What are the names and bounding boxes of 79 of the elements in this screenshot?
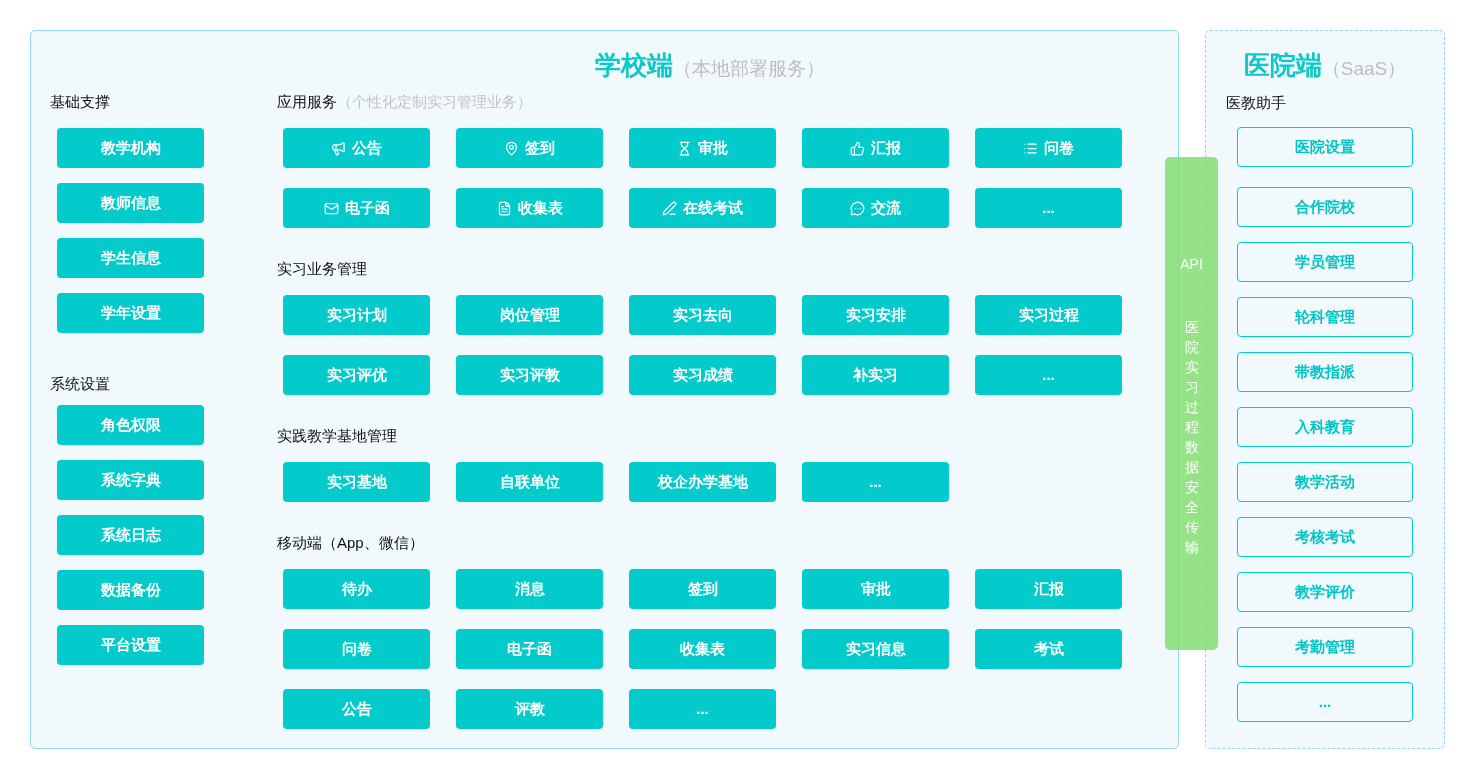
section-title: 移动端（App、微信）	[277, 532, 424, 553]
panel-title: 医院端	[1243, 49, 1322, 82]
chat-bubble-icon	[850, 200, 865, 216]
feature-button[interactable]: 轮科管理	[1237, 297, 1413, 337]
section-title: 应用服务	[277, 91, 337, 112]
feature-button[interactable]: 实习基地	[283, 462, 430, 502]
feature-button[interactable]: 实习过程	[975, 295, 1122, 335]
feature-button[interactable]: ...	[975, 355, 1122, 395]
api-label: API	[1180, 255, 1203, 274]
section-title: 实习业务管理	[277, 258, 367, 279]
section-title: 基础支撑	[50, 92, 111, 112]
feature-button[interactable]: 评教	[456, 689, 603, 729]
feature-button[interactable]: ...	[629, 689, 776, 729]
section-title: 医教助手	[1226, 93, 1287, 113]
feature-button[interactable]: 补实习	[802, 355, 949, 395]
feature-button[interactable]: 医院设置	[1237, 127, 1413, 167]
thumbs-up-icon	[850, 140, 865, 156]
feature-button[interactable]: 考试	[975, 629, 1122, 669]
pen-icon	[662, 200, 677, 216]
feature-button[interactable]: 实习去向	[629, 295, 776, 335]
feature-button[interactable]: 消息	[456, 569, 603, 609]
feature-button[interactable]: 实习评优	[283, 355, 430, 395]
feature-button[interactable]: 教学活动	[1237, 462, 1413, 502]
feature-button[interactable]: 电子函	[456, 629, 603, 669]
feature-button[interactable]: 待办	[283, 569, 430, 609]
feature-button[interactable]: 签到	[456, 128, 603, 168]
feature-button[interactable]: 考勤管理	[1237, 627, 1413, 667]
feature-button[interactable]: 审批	[629, 128, 776, 168]
feature-button[interactable]: 带教指派	[1237, 352, 1413, 392]
feature-button[interactable]: 问卷	[283, 629, 430, 669]
feature-button[interactable]: 在线考试	[629, 188, 776, 228]
document-icon	[496, 200, 512, 216]
feature-button[interactable]: 数据备份	[57, 570, 204, 610]
feature-button[interactable]: ...	[802, 462, 949, 502]
feature-button[interactable]: 公告	[283, 128, 430, 168]
list-icon	[1023, 140, 1038, 156]
feature-button[interactable]: 收集表	[629, 629, 776, 669]
feature-button[interactable]: 学年设置	[57, 293, 204, 333]
feature-button[interactable]: 实习信息	[802, 629, 949, 669]
feature-button[interactable]: ...	[1237, 682, 1413, 722]
feature-button[interactable]: 角色权限	[57, 405, 204, 445]
feature-button[interactable]: 校企办学基地	[629, 462, 776, 502]
feature-button[interactable]: 平台设置	[57, 625, 204, 665]
feature-button[interactable]: 审批	[802, 569, 949, 609]
feature-button[interactable]: 学员管理	[1237, 242, 1413, 282]
feature-button[interactable]: 学生信息	[57, 238, 204, 278]
feature-button[interactable]: 公告	[283, 689, 430, 729]
feature-button[interactable]: 签到	[629, 569, 776, 609]
megaphone-icon	[331, 140, 346, 156]
feature-button[interactable]: 实习计划	[283, 295, 430, 335]
feature-button[interactable]: 汇报	[802, 128, 949, 168]
feature-button[interactable]: 教师信息	[57, 183, 204, 223]
feature-button[interactable]: 问卷	[975, 128, 1122, 168]
feature-button[interactable]: 电子函	[283, 188, 430, 228]
feature-button[interactable]: 系统字典	[57, 460, 204, 500]
feature-button[interactable]: 岗位管理	[456, 295, 603, 335]
feature-button[interactable]: 入科教育	[1237, 407, 1413, 447]
feature-button[interactable]: 实习安排	[802, 295, 949, 335]
hourglass-icon	[677, 140, 692, 156]
api-caption: 医院实习过程数据安全传输	[1184, 318, 1199, 558]
feature-button[interactable]: 教学机构	[57, 128, 204, 168]
feature-button[interactable]: 合作院校	[1237, 187, 1413, 227]
feature-button[interactable]: 实习成绩	[629, 355, 776, 395]
feature-button[interactable]: 自联单位	[456, 462, 603, 502]
panel-subtitle: （本地部署服务）	[672, 57, 825, 81]
panel-subtitle: （SaaS）	[1321, 57, 1407, 81]
feature-button[interactable]: 实习评教	[456, 355, 603, 395]
feature-button[interactable]: ...	[975, 188, 1122, 228]
feature-button[interactable]: 汇报	[975, 569, 1122, 609]
location-pin-icon	[504, 140, 519, 156]
feature-button[interactable]: 考核考试	[1237, 517, 1413, 557]
envelope-icon	[323, 200, 339, 216]
feature-button[interactable]: 收集表	[456, 188, 603, 228]
feature-button[interactable]: 教学评价	[1237, 572, 1413, 612]
panel-title: 学校端	[594, 49, 673, 82]
section-title: 实践教学基地管理	[277, 425, 397, 446]
feature-button[interactable]: 交流	[802, 188, 949, 228]
feature-button[interactable]: 系统日志	[57, 515, 204, 555]
section-title: 系统设置	[50, 374, 111, 394]
